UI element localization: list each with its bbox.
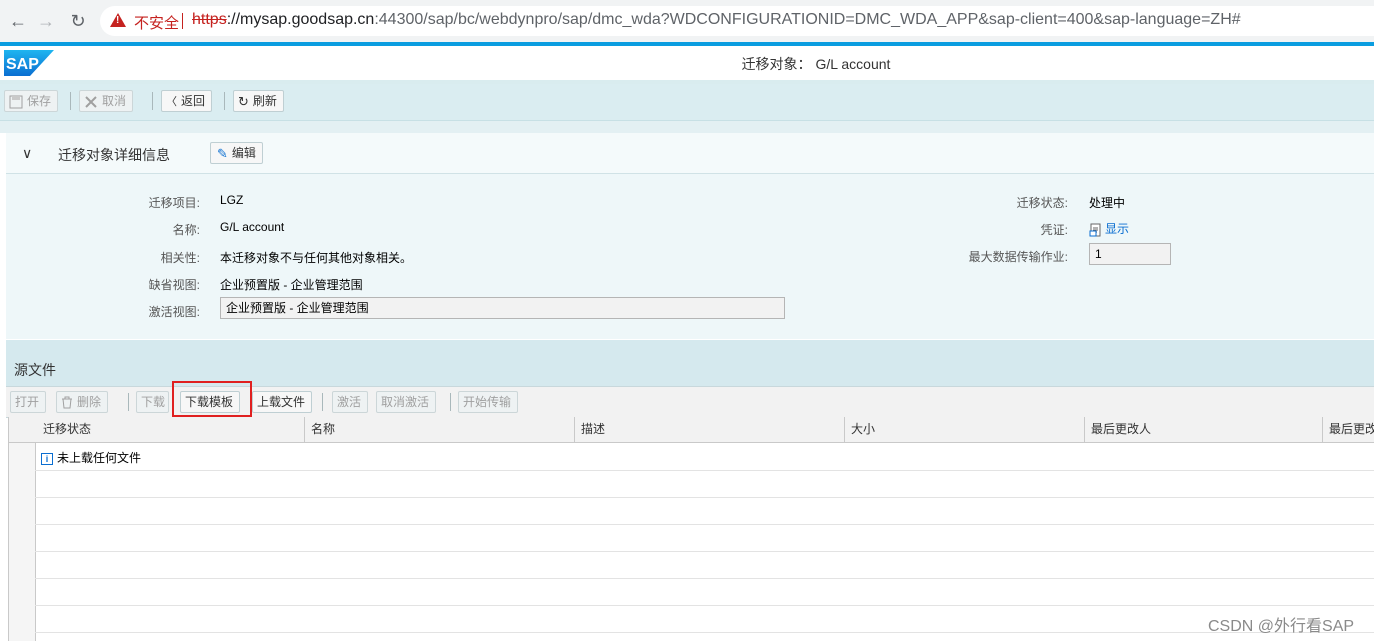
reload-icon[interactable]: ↻ — [66, 9, 90, 33]
source-files-table: 迁移状态 名称 描述 大小 最后更改人 最后更改 i 未上载任何文件 — [8, 417, 1374, 641]
delete-label: 删除 — [77, 395, 102, 409]
migration-project-label: 迁移项目: — [148, 196, 200, 210]
start-transfer-button[interactable]: 开始传输 — [458, 391, 519, 413]
column-header-changed-by[interactable]: 最后更改人 — [1085, 417, 1323, 442]
toolbar-separator — [128, 393, 129, 411]
dependency-value: 本迁移对象不与任何其他对象相关。 — [220, 251, 413, 265]
refresh-label: 刷新 — [252, 94, 277, 108]
refresh-icon: ↻ — [238, 93, 249, 109]
save-button[interactable]: 保存 — [4, 90, 59, 112]
table-row: i 未上载任何文件 — [35, 443, 1374, 471]
table-header: 迁移状态 名称 描述 大小 最后更改人 最后更改 — [9, 417, 1374, 443]
column-header-description[interactable]: 描述 — [575, 417, 845, 442]
back-label: 返回 — [181, 94, 206, 108]
row-selector-column[interactable] — [9, 417, 36, 641]
column-header-status[interactable]: 迁移状态 — [35, 417, 305, 442]
download-label: 下载 — [141, 395, 166, 409]
migration-project-value: LGZ — [220, 193, 244, 207]
panel-title: 迁移对象详细信息 — [58, 147, 170, 163]
column-header-size[interactable]: 大小 — [845, 417, 1085, 442]
max-jobs-field[interactable]: 1 — [1089, 243, 1171, 265]
pencil-icon: ✎ — [217, 145, 228, 161]
document-icon — [1089, 223, 1101, 237]
chevron-down-icon[interactable]: ∨ — [22, 145, 32, 162]
table-row — [35, 605, 1374, 633]
display-link-label: 显示 — [1105, 222, 1130, 236]
highlight-annotation — [172, 381, 252, 417]
save-label: 保存 — [27, 94, 52, 108]
open-label: 打开 — [15, 395, 40, 409]
migration-status-value: 处理中 — [1089, 196, 1126, 210]
toolbar-separator — [152, 92, 153, 110]
chevron-left-icon: 〈 — [166, 95, 177, 108]
toolbar-separator — [70, 92, 71, 110]
column-header-changed-on[interactable]: 最后更改 — [1323, 417, 1374, 442]
insecure-label: 不安全 — [134, 15, 180, 32]
info-icon: i — [41, 452, 53, 465]
shell-header: SAP 迁移对象： G/L account — [0, 46, 1374, 80]
table-row — [35, 551, 1374, 579]
column-header-name[interactable]: 名称 — [305, 417, 575, 442]
deactivate-label: 取消激活 — [381, 395, 430, 409]
activate-label: 激活 — [337, 395, 362, 409]
active-view-field[interactable]: 企业预置版 - 企业管理范围 — [220, 297, 785, 319]
delete-button[interactable]: 删除 — [56, 391, 109, 413]
open-button[interactable]: 打开 — [10, 391, 47, 413]
migration-status-label: 迁移状态: — [1016, 196, 1068, 210]
panel-header: ∨ 迁移对象详细信息 ✎ 编辑 — [6, 133, 1374, 174]
table-row — [35, 497, 1374, 525]
address-divider — [182, 13, 183, 29]
url-host: ://mysap.goodsap.cn — [226, 11, 375, 28]
table-row — [35, 470, 1374, 498]
address-bar[interactable]: 不安全 https://mysap.goodsap.cn:44300/sap/b… — [100, 6, 1374, 36]
empty-message-text: 未上载任何文件 — [57, 451, 142, 465]
edit-label: 编辑 — [231, 146, 256, 160]
spacer-strip — [0, 121, 1374, 133]
activate-button[interactable]: 激活 — [332, 391, 369, 413]
name-value: G/L account — [220, 220, 285, 234]
document-label: 凭证: — [1040, 223, 1068, 237]
url-text[interactable]: https://mysap.goodsap.cn:44300/sap/bc/we… — [192, 11, 1241, 29]
default-view-label: 缺省视图: — [148, 278, 200, 292]
name-label: 名称: — [172, 223, 200, 237]
cancel-button[interactable]: 取消 — [79, 90, 134, 112]
display-link[interactable]: 显示 — [1089, 220, 1129, 237]
source-files-title: 源文件 — [14, 362, 56, 378]
deactivate-button[interactable]: 取消激活 — [376, 391, 437, 413]
empty-table-message: i 未上载任何文件 — [41, 449, 141, 466]
upload-file-button[interactable]: 上载文件 — [252, 391, 313, 413]
watermark: CSDN @外行看SAP — [1208, 618, 1355, 635]
toolbar-separator — [322, 393, 323, 411]
browser-toolbar: ← → ↻ 不安全 https://mysap.goodsap.cn:44300… — [0, 0, 1374, 43]
back-arrow-icon[interactable]: ← — [6, 9, 30, 33]
upload-file-label: 上载文件 — [257, 395, 306, 409]
source-files-header: 源文件 — [6, 340, 1374, 386]
object-details-panel: ∨ 迁移对象详细信息 ✎ 编辑 迁移项目: LGZ 名称: G/L account… — [6, 133, 1374, 339]
toolbar-separator — [224, 92, 225, 110]
url-scheme: https — [192, 11, 227, 28]
close-icon — [85, 96, 97, 108]
default-view-value: 企业预置版 - 企业管理范围 — [220, 278, 363, 292]
download-button[interactable]: 下载 — [136, 391, 170, 413]
table-row — [35, 578, 1374, 606]
back-button[interactable]: 〈返回 — [161, 90, 213, 112]
warning-icon — [110, 13, 126, 27]
max-jobs-label: 最大数据传输作业: — [968, 250, 1068, 264]
dependency-label: 相关性: — [160, 251, 200, 265]
url-path: :44300/sap/bc/webdynpro/sap/dmc_wda?WDCO… — [374, 11, 1241, 28]
page-title: 迁移对象： G/L account — [741, 56, 891, 72]
trash-icon — [62, 396, 72, 409]
forward-arrow-icon[interactable]: → — [34, 9, 58, 33]
table-row — [35, 524, 1374, 552]
active-view-label: 激活视图: — [148, 305, 200, 319]
refresh-button[interactable]: ↻ 刷新 — [233, 90, 284, 112]
save-icon — [9, 95, 23, 109]
edit-button[interactable]: ✎ 编辑 — [210, 142, 263, 164]
start-transfer-label: 开始传输 — [463, 395, 512, 409]
main-toolbar: 保存 取消 〈返回 ↻ 刷新 — [0, 84, 1374, 121]
toolbar-separator — [450, 393, 451, 411]
cancel-label: 取消 — [102, 94, 127, 108]
